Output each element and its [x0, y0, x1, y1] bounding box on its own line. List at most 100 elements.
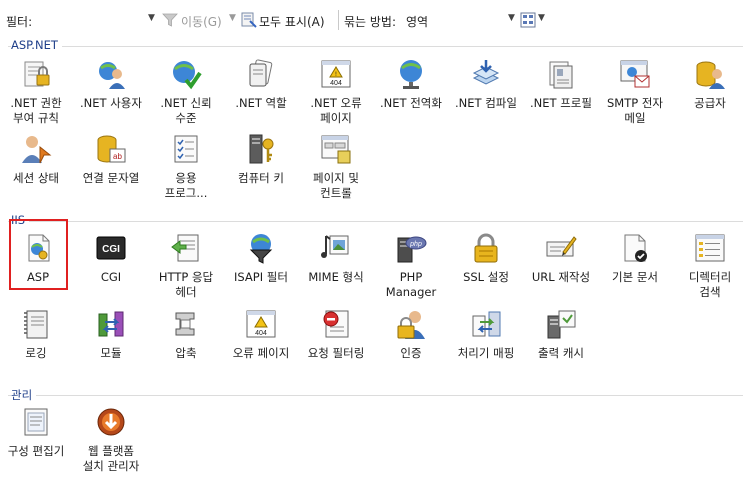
- feature-profile[interactable]: .NET 프로필: [523, 58, 599, 111]
- feature-label: 모듈: [100, 346, 122, 360]
- feature-compilation[interactable]: .NET 컴파일: [448, 58, 524, 111]
- connection-strings-icon: ab: [97, 135, 126, 163]
- view-grid-icon[interactable]: [520, 12, 536, 28]
- feature-output-caching[interactable]: 출력 캐시: [523, 308, 599, 361]
- go-dropdown-icon[interactable]: ▼: [229, 13, 236, 23]
- feature-authorization-rules[interactable]: .NET 권한 부여 규칙: [0, 58, 74, 126]
- feature-machine-key[interactable]: 컴퓨터 키: [223, 133, 299, 186]
- modules-icon: [98, 311, 124, 337]
- compression-icon: [175, 312, 195, 336]
- funnel-icon[interactable]: [162, 12, 178, 28]
- feature-net-error-pages[interactable]: ! 404 .NET 오류 페이지: [298, 58, 374, 126]
- feature-label: HTTP 응답 헤더: [158, 270, 214, 299]
- feature-label: .NET 사용자: [80, 96, 142, 110]
- providers-icon: [696, 61, 725, 89]
- svg-text:php: php: [409, 241, 422, 248]
- filter-dropdown-icon[interactable]: ▼: [148, 13, 155, 23]
- handler-mappings-icon: [472, 311, 501, 337]
- feature-http-response-headers[interactable]: HTTP 응답 헤더: [148, 232, 224, 300]
- filter-input[interactable]: [38, 10, 158, 31]
- feature-label: 인증: [400, 346, 422, 360]
- feature-label: MIME 형식: [308, 270, 364, 284]
- feature-providers[interactable]: 공급자: [672, 58, 743, 111]
- logging-icon: [24, 310, 48, 339]
- feature-label: CGI: [100, 270, 122, 284]
- feature-label: 공급자: [694, 96, 726, 110]
- feature-label: .NET 권한 부여 규칙: [10, 96, 62, 125]
- group-by-label: 묶는 방법:: [344, 15, 397, 29]
- feature-trust-levels[interactable]: .NET 신뢰 수준: [148, 58, 224, 126]
- error-pages-icon: 404: [246, 310, 276, 338]
- group-by-select[interactable]: 영역: [406, 13, 428, 30]
- isapi-filters-icon: [249, 234, 273, 264]
- svg-text:ab: ab: [113, 152, 122, 161]
- feature-url-rewrite[interactable]: URL 재작성: [523, 232, 599, 285]
- feature-label: ISAPI 필터: [234, 270, 288, 284]
- view-dropdown-icon[interactable]: ▼: [538, 13, 545, 23]
- feature-connection-strings[interactable]: ab 연결 문자열: [73, 133, 149, 186]
- go-button[interactable]: 이동(G): [181, 13, 222, 30]
- feature-net-roles[interactable]: .NET 역할: [223, 58, 299, 111]
- feature-label: .NET 역할: [235, 96, 287, 110]
- feature-modules[interactable]: 모듈: [73, 308, 149, 361]
- feature-mime-types[interactable]: MIME 형식: [298, 232, 374, 285]
- pages-controls-icon: [321, 135, 351, 164]
- feature-application-settings[interactable]: 응용 프로그...: [148, 133, 224, 201]
- feature-default-document[interactable]: 기본 문서: [597, 232, 673, 285]
- feature-label: .NET 신뢰 수준: [160, 96, 212, 125]
- feature-label: URL 재작성: [531, 270, 591, 284]
- feature-label: 페이지 및 컨트롤: [313, 171, 359, 200]
- authentication-icon: [397, 311, 425, 339]
- feature-configuration-editor[interactable]: 구성 편집기: [0, 406, 74, 459]
- net-roles-icon: [249, 59, 273, 87]
- feature-handler-mappings[interactable]: 처리기 매핑: [448, 308, 524, 361]
- asp-selection-highlight: [9, 219, 68, 290]
- feature-label: 연결 문자열: [82, 171, 140, 185]
- feature-label: SSL 설정: [463, 270, 509, 284]
- feature-label: 요청 필터링: [307, 346, 365, 360]
- url-rewrite-icon: [546, 236, 577, 257]
- filter-label: 필터:: [6, 15, 33, 29]
- feature-globalization[interactable]: .NET 전역화: [373, 58, 449, 111]
- feature-web-platform-installer[interactable]: 웹 플랫폼 설치 관리자: [73, 406, 149, 474]
- feature-error-pages[interactable]: 404 오류 페이지: [223, 308, 299, 361]
- request-filtering-icon: [323, 310, 349, 338]
- feature-label: 웹 플랫폼 설치 관리자: [82, 444, 140, 473]
- smtp-email-icon: [620, 60, 650, 88]
- feature-compression[interactable]: 압축: [148, 308, 224, 361]
- feature-logging[interactable]: 로깅: [0, 308, 74, 361]
- feature-label: 출력 캐시: [538, 346, 584, 360]
- feature-request-filtering[interactable]: 요청 필터링: [298, 308, 374, 361]
- feature-authentication[interactable]: 인증: [373, 308, 449, 361]
- profile-icon: [549, 61, 573, 89]
- feature-net-users[interactable]: .NET 사용자: [73, 58, 149, 111]
- feature-session-state[interactable]: 세션 상태: [0, 133, 74, 186]
- default-document-icon: [624, 234, 647, 262]
- group-header-aspnet: ASP.NET: [0, 38, 743, 52]
- group-header-iis: IIS: [0, 213, 743, 227]
- feature-cgi[interactable]: CGI CGI: [73, 232, 149, 285]
- feature-label: 세션 상태: [13, 171, 59, 185]
- group-by-dropdown-icon[interactable]: ▼: [508, 13, 515, 23]
- feature-pages-controls[interactable]: 페이지 및 컨트롤: [298, 133, 374, 201]
- feature-label: PHP Manager: [385, 270, 437, 299]
- feature-directory-browsing[interactable]: 디렉터리 검색: [672, 232, 743, 300]
- machine-key-icon: [249, 134, 274, 164]
- mime-types-icon: [321, 235, 349, 258]
- feature-isapi-filters[interactable]: ISAPI 필터: [223, 232, 299, 285]
- web-platform-installer-icon: [97, 408, 125, 436]
- show-all-button[interactable]: 모두 표시(A): [259, 13, 325, 30]
- feature-label: 디렉터리 검색: [688, 270, 732, 299]
- feature-label: 압축: [175, 346, 197, 360]
- session-state-icon: [22, 136, 52, 164]
- feature-smtp-email[interactable]: SMTP 전자 메일: [597, 58, 673, 126]
- compilation-icon: [472, 60, 500, 85]
- configuration-editor-icon: [24, 408, 48, 436]
- svg-text:404: 404: [255, 330, 267, 337]
- feature-ssl-settings[interactable]: SSL 설정: [448, 232, 524, 285]
- feature-php-manager[interactable]: php PHP Manager: [373, 232, 449, 300]
- feature-label: .NET 전역화: [380, 96, 442, 110]
- toolbar-separator: [338, 10, 339, 30]
- svg-text:!: !: [335, 71, 337, 78]
- feature-label: 로깅: [25, 346, 47, 360]
